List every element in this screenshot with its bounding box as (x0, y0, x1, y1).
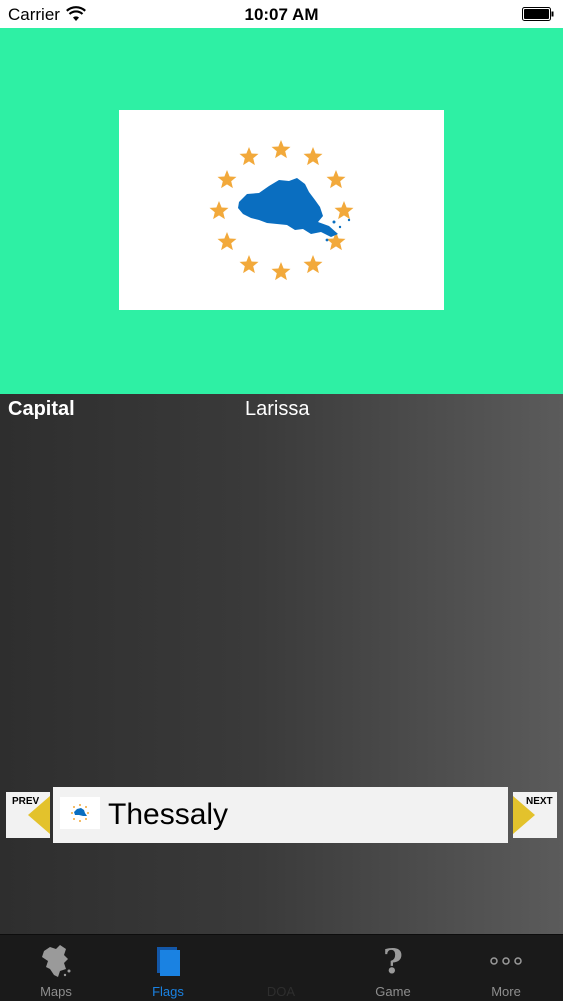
clock: 10:07 AM (244, 5, 319, 24)
status-bar: Carrier 10:07 AM (0, 0, 563, 28)
info-panel: Capital Larissa PREV Thessaly NEXT (0, 394, 563, 934)
capital-label: Capital (8, 398, 75, 420)
battery-icon (522, 7, 554, 21)
tab-more[interactable]: More (450, 935, 562, 1001)
svg-text:?: ? (383, 942, 403, 979)
capital-value: Larissa (245, 398, 310, 420)
thessaly-flag (119, 110, 444, 310)
tab-maps[interactable]: Maps (0, 935, 112, 1001)
next-button[interactable]: NEXT (513, 792, 557, 838)
tab-label-doa: DOA (266, 984, 296, 999)
map-icon (42, 945, 71, 977)
tab-doa[interactable]: DOA (225, 935, 337, 1001)
prev-button[interactable]: PREV (6, 792, 50, 838)
region-selector[interactable]: Thessaly (53, 787, 508, 843)
region-flag-thumbnail (60, 797, 100, 829)
tab-flags[interactable]: Flags (112, 935, 224, 1001)
left-arrow-icon (28, 796, 50, 834)
flag-panel (0, 28, 563, 394)
flag-emblem-icon (209, 140, 354, 281)
tab-label-more: More (491, 984, 521, 999)
tab-label-flags: Flags (152, 984, 184, 999)
tab-label-game: Game (375, 984, 411, 999)
tab-game[interactable]: ? Game (337, 935, 449, 1001)
question-icon: ? (383, 942, 403, 979)
right-arrow-icon (513, 796, 535, 834)
flags-icon (157, 947, 180, 976)
region-flag-icon (71, 804, 89, 822)
more-icon (490, 957, 522, 965)
region-name: Thessaly (108, 798, 229, 831)
tab-bar: Maps Flags DOA ? Game More (0, 934, 563, 1001)
tab-label-maps: Maps (40, 984, 72, 999)
